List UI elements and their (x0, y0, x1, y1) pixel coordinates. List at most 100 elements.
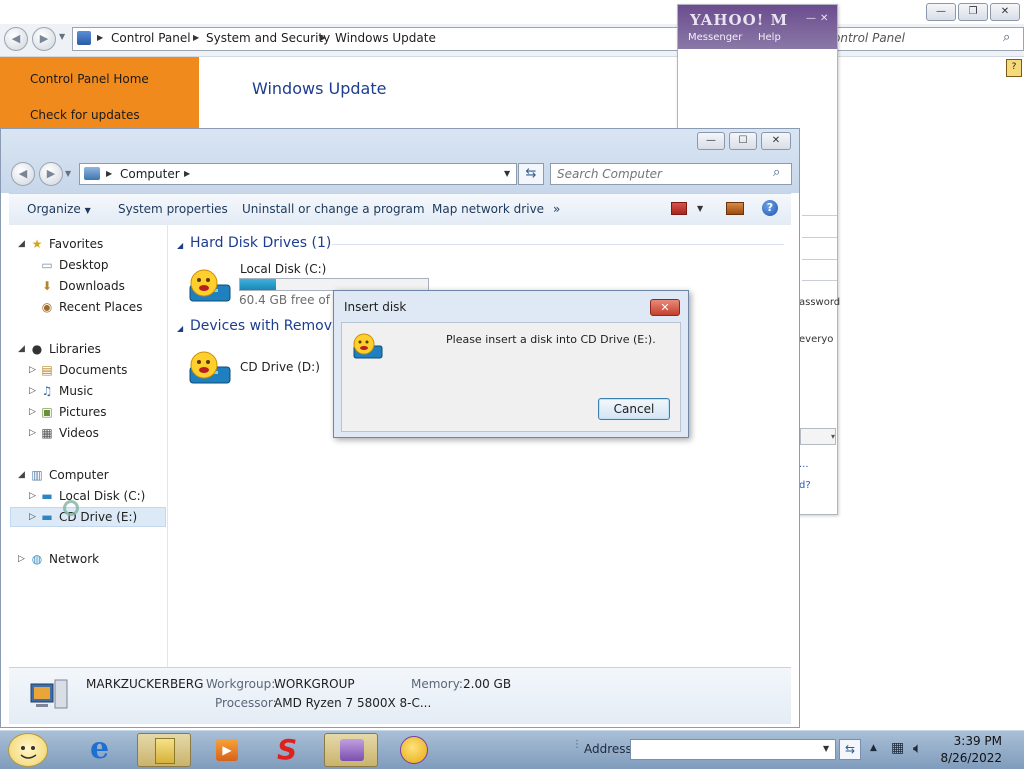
clock-time[interactable]: 3:39 PM (932, 734, 1002, 748)
address-dropdown-icon[interactable]: ▼ (823, 744, 829, 753)
expand-arrow-icon[interactable]: ◢ (18, 470, 25, 480)
network-icon[interactable]: ▦ (891, 740, 904, 756)
search-icon[interactable]: ⌕ (773, 165, 780, 180)
collapse-arrow-icon[interactable]: ▷ (29, 512, 36, 522)
nav-item-favorites[interactable]: ★ Favorites (29, 234, 104, 254)
address-dropdown-icon[interactable]: ▼ (504, 169, 510, 178)
nav-item-computer[interactable]: ▥ Computer (29, 465, 108, 485)
nav-item-music[interactable]: ♫ Music (39, 381, 94, 401)
collapse-arrow-icon[interactable]: ▷ (18, 554, 25, 564)
search-icon[interactable]: ⌕ (1003, 30, 1010, 45)
restore-button[interactable]: ❐ (958, 3, 988, 21)
taskbar-app-s[interactable]: S (263, 733, 317, 767)
forgot-password-link[interactable]: d? (799, 480, 811, 491)
expand-arrow-icon[interactable]: ◢ (18, 344, 25, 354)
explorer-address-bar[interactable]: ▶ Computer ▶ ▼ (79, 163, 517, 185)
taskbar-media-player[interactable]: ▶ (200, 733, 254, 767)
help-icon[interactable]: ? (762, 200, 778, 216)
system-properties-button[interactable]: System properties (118, 202, 228, 216)
recent-pages-chevron-icon[interactable]: ▼ (65, 169, 71, 178)
forward-button[interactable]: ▶ (32, 27, 56, 51)
back-button[interactable]: ◀ (4, 27, 28, 51)
volume-icon[interactable]: 🔈︎ (913, 739, 922, 757)
documents-icon: ▤ (41, 363, 53, 377)
breadcrumb-computer[interactable]: Computer (120, 167, 180, 181)
group-header-hard-disk-drives[interactable]: Hard Disk Drives (1) (190, 235, 331, 251)
drive-name-local-disk[interactable]: Local Disk (C:) (240, 262, 326, 276)
drive-name-cd-drive[interactable]: CD Drive (D:) (240, 360, 320, 374)
computer-icon (84, 167, 100, 180)
taskbar-windows-explorer[interactable] (137, 733, 191, 767)
change-view-icon[interactable] (671, 202, 687, 215)
control-panel-search-input[interactable]: ontrol Panel (833, 31, 905, 45)
nav-item-pictures[interactable]: ▣ Pictures (39, 402, 106, 422)
nav-item-local-disk[interactable]: ▬ Local Disk (C:) (39, 486, 145, 506)
menu-messenger[interactable]: Messenger (688, 32, 742, 43)
clock-date[interactable]: 8/26/2022 (932, 751, 1002, 765)
address-toolbar-input[interactable]: ▼ (630, 739, 836, 760)
details-pane: MARKZUCKERBERG Workgroup: WORKGROUP Memo… (9, 667, 791, 724)
nav-item-videos[interactable]: ▦ Videos (39, 423, 99, 443)
organize-button[interactable]: Organize ▼ (27, 202, 91, 216)
nav-item-downloads[interactable]: ⬇ Downloads (39, 276, 125, 296)
group-collapse-icon[interactable]: ◢ (177, 241, 183, 250)
collapse-arrow-icon[interactable]: ▷ (29, 491, 36, 501)
view-dropdown-icon[interactable]: ▼ (697, 204, 703, 213)
status-dropdown[interactable]: ▾ (800, 428, 836, 445)
nav-item-libraries[interactable]: ● Libraries (29, 339, 101, 359)
group-collapse-icon[interactable]: ◢ (177, 324, 183, 333)
breadcrumb-windows-update[interactable]: Windows Update (335, 31, 436, 45)
search-input[interactable] (557, 166, 767, 182)
back-button[interactable]: ◀ (11, 162, 35, 186)
divider (802, 237, 837, 238)
minimize-button[interactable]: — (926, 3, 956, 21)
taskbar: e ▶ S ⋮ Address ▼ ⇆ ▲ ▦ 🔈︎ 3:39 PM 8/26/… (0, 730, 1024, 769)
breadcrumb-control-panel[interactable]: Control Panel (111, 31, 191, 45)
breadcrumb-system-and-security[interactable]: System and Security (206, 31, 330, 45)
sidebar-link-check-for-updates[interactable]: Check for updates (30, 108, 140, 122)
nav-item-documents[interactable]: ▤ Documents (39, 360, 127, 380)
computer-details-icon (27, 674, 71, 714)
refresh-button[interactable]: ⇆ (518, 163, 544, 185)
map-network-drive-button[interactable]: Map network drive (432, 202, 544, 216)
forward-button[interactable]: ▶ (39, 162, 63, 186)
collapse-arrow-icon[interactable]: ▷ (29, 365, 36, 375)
nav-item-desktop[interactable]: ▭ Desktop (39, 255, 108, 275)
start-button[interactable] (8, 733, 48, 767)
minimize-button[interactable]: — (806, 13, 816, 24)
more-commands-button[interactable]: » (553, 202, 560, 216)
close-button[interactable]: ✕ (820, 13, 828, 24)
recent-pages-chevron-icon[interactable]: ▼ (59, 32, 65, 41)
collapse-arrow-icon[interactable]: ▷ (29, 428, 36, 438)
nav-item-recent-places[interactable]: ◉ Recent Places (39, 297, 143, 317)
cancel-button[interactable]: Cancel (598, 398, 670, 420)
more-link[interactable]: ... (799, 459, 809, 470)
preview-pane-icon[interactable] (726, 202, 744, 215)
expand-arrow-icon[interactable]: ◢ (18, 239, 25, 249)
minimize-button[interactable]: — (697, 132, 725, 150)
taskbar-active-app[interactable] (324, 733, 378, 767)
show-hidden-icons-button[interactable]: ▲ (870, 743, 877, 753)
memory-label: Memory: (411, 677, 463, 691)
menu-help[interactable]: Help (758, 32, 781, 43)
explorer-search-box[interactable]: ⌕ (550, 163, 792, 185)
yahoo-messenger-icon (400, 736, 428, 764)
close-button[interactable]: ✕ (650, 299, 680, 316)
go-button[interactable]: ⇆ (839, 739, 861, 760)
downloads-icon: ⬇ (41, 279, 53, 293)
maximize-button[interactable]: ☐ (729, 132, 757, 150)
nav-item-cd-drive[interactable]: ▬ CD Drive (E:) (39, 507, 137, 527)
close-button[interactable]: ✕ (990, 3, 1020, 21)
taskbar-internet-explorer[interactable]: e (80, 731, 134, 767)
collapse-arrow-icon[interactable]: ▷ (29, 407, 36, 417)
group-header-removable-storage[interactable]: Devices with Removab (190, 318, 349, 334)
help-icon[interactable]: ? (1006, 59, 1022, 77)
pictures-icon: ▣ (41, 405, 53, 419)
taskbar-yahoo-messenger[interactable] (388, 733, 442, 767)
nav-item-network[interactable]: ◍ Network (29, 549, 99, 569)
close-button[interactable]: ✕ (761, 132, 791, 150)
collapse-arrow-icon[interactable]: ▷ (29, 386, 36, 396)
control-panel-address-bar[interactable]: ▶ Control Panel ▶ System and Security ▶ … (72, 27, 1024, 51)
sidebar-link-control-panel-home[interactable]: Control Panel Home (30, 72, 149, 86)
uninstall-program-button[interactable]: Uninstall or change a program (242, 202, 425, 216)
